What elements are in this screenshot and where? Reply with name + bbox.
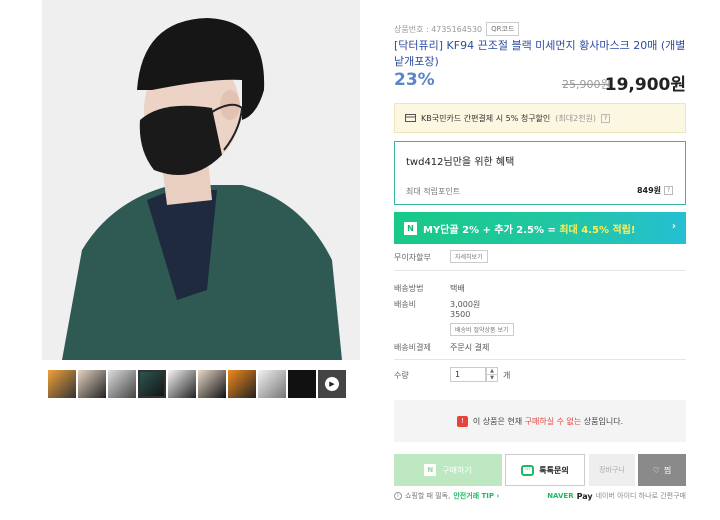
- quantity-down-button[interactable]: ▼: [486, 374, 498, 382]
- benefit-title: twd412님만을 위한 혜택: [406, 157, 515, 168]
- shipping-method-value: 택배: [450, 284, 465, 293]
- notice-red: 구매하실 수 없는: [524, 416, 582, 426]
- product-title: [닥터퓨리] KF94 끈조절 블랙 미세먼지 황사마스크 20매 (개별 낱개…: [394, 39, 686, 68]
- shipping-payment-value: 주문시 결제: [450, 343, 490, 352]
- buy-label: 구매하기: [442, 465, 472, 475]
- shipping-method-label: 배송방법: [394, 284, 424, 293]
- talk-label: 톡톡문의: [539, 465, 569, 475]
- thumbnail[interactable]: [168, 370, 196, 398]
- thumbnail[interactable]: [288, 370, 316, 398]
- points-value: 849원: [636, 186, 661, 195]
- wishlist-label: 찜: [663, 465, 672, 475]
- quantity-input[interactable]: 1: [450, 367, 486, 382]
- shipping-fee-value: 3,000원: [450, 300, 481, 309]
- wishlist-button[interactable]: ♡ 찜: [638, 454, 686, 486]
- thumbnail[interactable]: [108, 370, 136, 398]
- discount-rate: 23%: [394, 70, 435, 90]
- product-main-image[interactable]: [42, 0, 360, 360]
- buy-button[interactable]: N 구매하기: [394, 454, 502, 486]
- quantity-unit: 개: [503, 371, 511, 380]
- naver-pay-note: NAVER Pay 네이버 아이디 하나로 간편구매: [547, 491, 686, 501]
- shipping-fee-extra: 3500: [450, 310, 471, 319]
- divider: [394, 270, 686, 271]
- card-discount-max: (최대2천원): [555, 113, 597, 123]
- thumbnail-selected[interactable]: [138, 370, 166, 398]
- thumbnail[interactable]: [48, 370, 76, 398]
- my-banner-highlight: 최대 4.5% 적립!: [559, 224, 636, 236]
- safe-trade-text: 쇼핑할 때 필독,: [405, 492, 451, 500]
- card-discount-text: KB국민카드 간편결제 시 5% 청구할인: [421, 113, 551, 123]
- heart-icon: ♡: [652, 465, 660, 475]
- shipping-fee-label: 배송비: [394, 300, 417, 309]
- notice-suffix: 상품입니다.: [581, 416, 624, 426]
- info-icon: i: [394, 492, 402, 500]
- member-benefit-box: twd412님만을 위한 혜택 최대 적립포인트 849원 ?: [394, 141, 686, 205]
- points-value-row: 849원 ?: [637, 185, 673, 196]
- notice-prefix: 이 상품은 현재: [472, 416, 525, 426]
- naver-pay-desc: 네이버 아이디 하나로 간편구매: [595, 492, 686, 500]
- product-id: 상품번호 : 4735164530: [394, 24, 483, 34]
- installment-label: 무이자할부: [394, 253, 431, 262]
- thumbnail[interactable]: [228, 370, 256, 398]
- points-label: 최대 적립포인트: [406, 187, 461, 196]
- card-discount-banner[interactable]: KB국민카드 간편결제 시 5% 청구할인 (최대2천원) ?: [394, 103, 686, 133]
- my-banner-text: MY단골 2% + 추가 2.5% =: [423, 224, 560, 236]
- thumbnail-video[interactable]: ▶: [318, 370, 346, 398]
- cart-button[interactable]: 장바구니: [589, 454, 635, 486]
- naver-logo: NAVER: [547, 492, 574, 500]
- installment-detail-button[interactable]: 자세히보기: [450, 250, 488, 263]
- unavailable-notice: ! 이 상품은 현재 구매하실 수 없는 상품입니다.: [394, 400, 686, 442]
- divider: [394, 359, 686, 360]
- shipping-saving-button[interactable]: 배송비 절약상품 보기: [450, 323, 514, 336]
- naver-n-icon: N: [404, 221, 417, 235]
- play-icon: ▶: [325, 377, 339, 391]
- help-icon[interactable]: ?: [601, 113, 611, 123]
- naver-pay-icon: N: [424, 464, 437, 476]
- my-regular-banner[interactable]: N MY단골 2% + 추가 2.5% = 최대 4.5% 적립! ›: [394, 212, 686, 244]
- thumbnail[interactable]: [198, 370, 226, 398]
- qr-code-button[interactable]: QR코드: [486, 22, 520, 36]
- talktalk-inquiry-button[interactable]: ··· 톡톡문의: [505, 454, 585, 486]
- credit-card-icon: [405, 114, 416, 122]
- chat-bubble-icon: ···: [521, 464, 535, 476]
- quantity-label: 수량: [394, 371, 409, 380]
- chevron-right-icon: ›: [671, 221, 676, 232]
- help-icon[interactable]: ?: [664, 186, 673, 195]
- product-id-row: 상품번호 : 4735164530 QR코드: [394, 22, 520, 36]
- sale-price: 19,900원: [604, 75, 686, 95]
- original-price: 25,900원: [562, 78, 611, 91]
- warning-icon: !: [456, 415, 468, 427]
- shipping-payment-label: 배송비결제: [394, 343, 431, 352]
- thumbnail[interactable]: [78, 370, 106, 398]
- thumbnail-strip: ▶: [48, 370, 346, 398]
- thumbnail[interactable]: [258, 370, 286, 398]
- safe-trade-tip: i 쇼핑할 때 필독, 안전거래 TIP ›: [394, 491, 499, 501]
- pay-logo: Pay: [576, 491, 593, 501]
- safe-trade-link[interactable]: 안전거래 TIP ›: [453, 491, 499, 501]
